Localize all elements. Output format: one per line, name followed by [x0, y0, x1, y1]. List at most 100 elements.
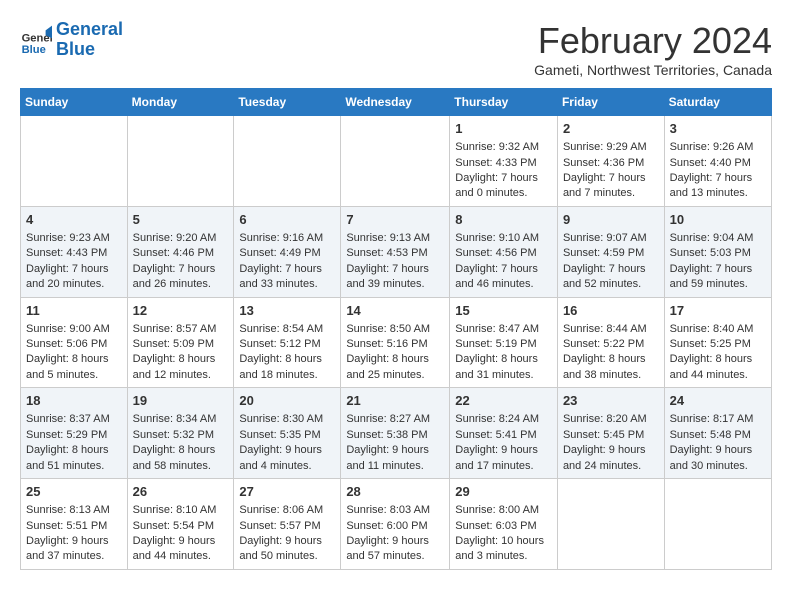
- day-content: Sunrise: 9:26 AM Sunset: 4:40 PM Dayligh…: [670, 140, 766, 202]
- day-content: Sunrise: 9:23 AM Sunset: 4:43 PM Dayligh…: [26, 231, 122, 293]
- calendar-cell: 6 Sunrise: 9:16 AM Sunset: 4:49 PM Daylig…: [234, 206, 341, 297]
- day-content: Sunrise: 8:00 AM Sunset: 6:03 PM Dayligh…: [455, 503, 552, 565]
- day-number: 6: [239, 211, 335, 229]
- day-number: 14: [346, 302, 444, 320]
- day-number: 20: [239, 392, 335, 410]
- logo-text: GeneralBlue: [56, 20, 123, 60]
- day-content: Sunrise: 8:34 AM Sunset: 5:32 PM Dayligh…: [133, 412, 229, 474]
- day-content: Sunrise: 8:20 AM Sunset: 5:45 PM Dayligh…: [563, 412, 659, 474]
- calendar-cell: 14 Sunrise: 8:50 AM Sunset: 5:16 PM Dayli…: [341, 297, 450, 388]
- location-subtitle: Gameti, Northwest Territories, Canada: [534, 62, 772, 78]
- col-sunday: Sunday: [21, 89, 128, 116]
- page-header: General Blue GeneralBlue February 2024 G…: [20, 20, 772, 78]
- day-number: 16: [563, 302, 659, 320]
- col-friday: Friday: [557, 89, 664, 116]
- day-content: Sunrise: 8:57 AM Sunset: 5:09 PM Dayligh…: [133, 322, 229, 384]
- day-content: Sunrise: 9:10 AM Sunset: 4:56 PM Dayligh…: [455, 231, 552, 293]
- calendar-cell: [127, 116, 234, 207]
- col-thursday: Thursday: [450, 89, 558, 116]
- calendar-cell: 18 Sunrise: 8:37 AM Sunset: 5:29 PM Dayli…: [21, 388, 128, 479]
- calendar-cell: [341, 116, 450, 207]
- calendar-cell: 28Sunrise: 8:03 AM Sunset: 6:00 PM Dayli…: [341, 479, 450, 570]
- calendar-cell: 2 Sunrise: 9:29 AM Sunset: 4:36 PM Daylig…: [557, 116, 664, 207]
- calendar-week-2: 4 Sunrise: 9:23 AM Sunset: 4:43 PM Daylig…: [21, 206, 772, 297]
- day-content: Sunrise: 8:27 AM Sunset: 5:38 PM Dayligh…: [346, 412, 444, 474]
- day-number: 22: [455, 392, 552, 410]
- col-wednesday: Wednesday: [341, 89, 450, 116]
- day-content: Sunrise: 8:47 AM Sunset: 5:19 PM Dayligh…: [455, 322, 552, 384]
- day-content: Sunrise: 8:10 AM Sunset: 5:54 PM Dayligh…: [133, 503, 229, 565]
- calendar-cell: 3 Sunrise: 9:26 AM Sunset: 4:40 PM Daylig…: [664, 116, 771, 207]
- month-title: February 2024: [534, 20, 772, 62]
- calendar-cell: 27 Sunrise: 8:06 AM Sunset: 5:57 PM Dayli…: [234, 479, 341, 570]
- calendar-cell: 16 Sunrise: 8:44 AM Sunset: 5:22 PM Dayli…: [557, 297, 664, 388]
- calendar-cell: [664, 479, 771, 570]
- day-number: 28: [346, 483, 444, 501]
- day-number: 24: [670, 392, 766, 410]
- calendar-week-4: 18 Sunrise: 8:37 AM Sunset: 5:29 PM Dayli…: [21, 388, 772, 479]
- calendar-cell: 22 Sunrise: 8:24 AM Sunset: 5:41 PM Dayli…: [450, 388, 558, 479]
- calendar-week-3: 11Sunrise: 9:00 AM Sunset: 5:06 PM Dayli…: [21, 297, 772, 388]
- day-number: 27: [239, 483, 335, 501]
- day-content: Sunrise: 9:29 AM Sunset: 4:36 PM Dayligh…: [563, 140, 659, 202]
- day-content: Sunrise: 9:13 AM Sunset: 4:53 PM Dayligh…: [346, 231, 444, 293]
- calendar-cell: 24 Sunrise: 8:17 AM Sunset: 5:48 PM Dayli…: [664, 388, 771, 479]
- calendar-cell: 10 Sunrise: 9:04 AM Sunset: 5:03 PM Dayli…: [664, 206, 771, 297]
- day-number: 17: [670, 302, 766, 320]
- calendar-cell: [21, 116, 128, 207]
- calendar-cell: 9 Sunrise: 9:07 AM Sunset: 4:59 PM Daylig…: [557, 206, 664, 297]
- day-content: Sunrise: 8:50 AM Sunset: 5:16 PM Dayligh…: [346, 322, 444, 384]
- day-number: 2: [563, 120, 659, 138]
- day-content: Sunrise: 9:16 AM Sunset: 4:49 PM Dayligh…: [239, 231, 335, 293]
- calendar-week-5: 25 Sunrise: 8:13 AM Sunset: 5:51 PM Dayli…: [21, 479, 772, 570]
- day-content: Sunrise: 8:13 AM Sunset: 5:51 PM Dayligh…: [26, 503, 122, 565]
- day-number: 25: [26, 483, 122, 501]
- day-number: 21: [346, 392, 444, 410]
- svg-text:Blue: Blue: [22, 44, 46, 56]
- logo: General Blue GeneralBlue: [20, 20, 123, 60]
- day-content: Sunrise: 9:04 AM Sunset: 5:03 PM Dayligh…: [670, 231, 766, 293]
- day-number: 1: [455, 120, 552, 138]
- calendar-cell: 29 Sunrise: 8:00 AM Sunset: 6:03 PM Dayli…: [450, 479, 558, 570]
- calendar-header-row: Sunday Monday Tuesday Wednesday Thursday…: [21, 89, 772, 116]
- day-number: 15: [455, 302, 552, 320]
- calendar-cell: 25 Sunrise: 8:13 AM Sunset: 5:51 PM Dayli…: [21, 479, 128, 570]
- day-content: Sunrise: 8:40 AM Sunset: 5:25 PM Dayligh…: [670, 322, 766, 384]
- calendar-cell: 5Sunrise: 9:20 AM Sunset: 4:46 PM Daylig…: [127, 206, 234, 297]
- title-block: February 2024 Gameti, Northwest Territor…: [534, 20, 772, 78]
- day-number: 26: [133, 483, 229, 501]
- calendar-cell: 8 Sunrise: 9:10 AM Sunset: 4:56 PM Daylig…: [450, 206, 558, 297]
- calendar-cell: [234, 116, 341, 207]
- calendar-cell: 4 Sunrise: 9:23 AM Sunset: 4:43 PM Daylig…: [21, 206, 128, 297]
- day-content: Sunrise: 8:44 AM Sunset: 5:22 PM Dayligh…: [563, 322, 659, 384]
- day-number: 23: [563, 392, 659, 410]
- day-number: 9: [563, 211, 659, 229]
- col-saturday: Saturday: [664, 89, 771, 116]
- day-content: Sunrise: 8:30 AM Sunset: 5:35 PM Dayligh…: [239, 412, 335, 474]
- day-number: 3: [670, 120, 766, 138]
- day-number: 18: [26, 392, 122, 410]
- day-content: Sunrise: 8:06 AM Sunset: 5:57 PM Dayligh…: [239, 503, 335, 565]
- day-number: 8: [455, 211, 552, 229]
- calendar-cell: 11Sunrise: 9:00 AM Sunset: 5:06 PM Dayli…: [21, 297, 128, 388]
- day-content: Sunrise: 8:37 AM Sunset: 5:29 PM Dayligh…: [26, 412, 122, 474]
- day-number: 4: [26, 211, 122, 229]
- calendar-cell: 1 Sunrise: 9:32 AM Sunset: 4:33 PM Daylig…: [450, 116, 558, 207]
- day-number: 10: [670, 211, 766, 229]
- day-content: Sunrise: 9:20 AM Sunset: 4:46 PM Dayligh…: [133, 231, 229, 293]
- day-content: Sunrise: 9:32 AM Sunset: 4:33 PM Dayligh…: [455, 140, 552, 202]
- col-monday: Monday: [127, 89, 234, 116]
- calendar-table: Sunday Monday Tuesday Wednesday Thursday…: [20, 88, 772, 570]
- day-number: 29: [455, 483, 552, 501]
- col-tuesday: Tuesday: [234, 89, 341, 116]
- day-number: 13: [239, 302, 335, 320]
- day-content: Sunrise: 8:17 AM Sunset: 5:48 PM Dayligh…: [670, 412, 766, 474]
- day-content: Sunrise: 8:24 AM Sunset: 5:41 PM Dayligh…: [455, 412, 552, 474]
- day-content: Sunrise: 9:00 AM Sunset: 5:06 PM Dayligh…: [26, 322, 122, 384]
- day-content: Sunrise: 8:54 AM Sunset: 5:12 PM Dayligh…: [239, 322, 335, 384]
- logo-icon: General Blue: [20, 24, 52, 56]
- day-content: Sunrise: 9:07 AM Sunset: 4:59 PM Dayligh…: [563, 231, 659, 293]
- calendar-cell: 20 Sunrise: 8:30 AM Sunset: 5:35 PM Dayli…: [234, 388, 341, 479]
- calendar-cell: 23 Sunrise: 8:20 AM Sunset: 5:45 PM Dayli…: [557, 388, 664, 479]
- calendar-cell: 26 Sunrise: 8:10 AM Sunset: 5:54 PM Dayli…: [127, 479, 234, 570]
